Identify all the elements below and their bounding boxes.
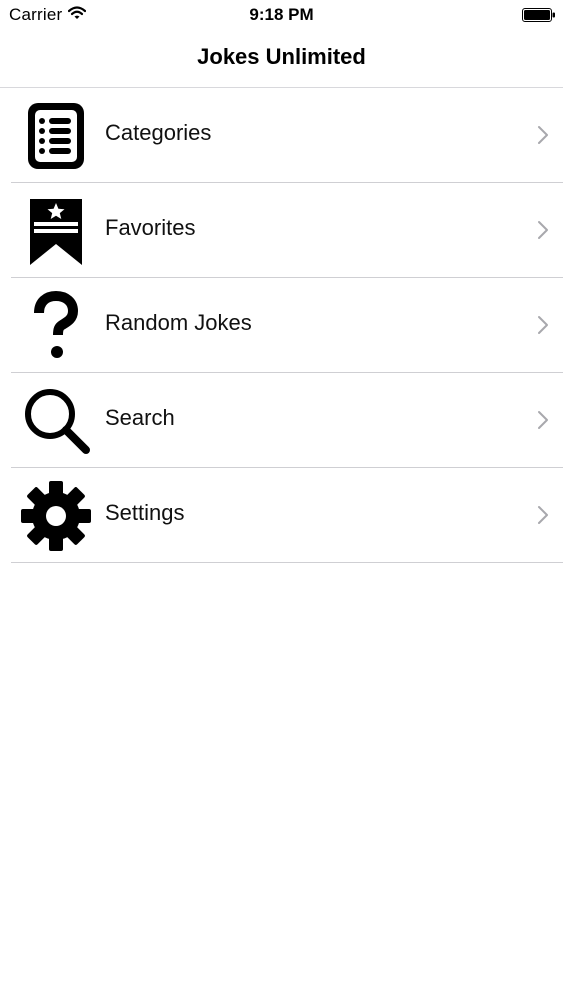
question-mark-icon <box>20 290 92 362</box>
menu-item-label: Favorites <box>105 215 196 240</box>
menu-item-label: Settings <box>105 500 185 525</box>
menu-item-favorites[interactable]: Favorites <box>11 183 563 278</box>
search-icon <box>20 385 92 457</box>
menu-item-label: Categories <box>105 120 212 145</box>
menu-list: Categories Favorites Random Jokes Search… <box>0 88 563 563</box>
menu-item-label: Search <box>105 405 175 430</box>
navigation-bar: Jokes Unlimited <box>0 30 563 88</box>
list-icon <box>20 100 92 172</box>
chevron-right-icon <box>537 315 549 340</box>
battery-icon <box>522 8 556 27</box>
bookmark-star-icon <box>20 195 92 267</box>
chevron-right-icon <box>537 505 549 530</box>
menu-item-label: Random Jokes <box>105 310 252 335</box>
chevron-right-icon <box>537 220 549 245</box>
menu-item-categories[interactable]: Categories <box>11 88 563 183</box>
chevron-right-icon <box>537 125 549 150</box>
menu-item-settings[interactable]: Settings <box>11 468 563 563</box>
menu-item-random-jokes[interactable]: Random Jokes <box>11 278 563 373</box>
page-title: Jokes Unlimited <box>197 44 366 69</box>
status-time: 9:18 PM <box>249 5 314 24</box>
chevron-right-icon <box>537 410 549 435</box>
status-bar: Carrier 9:18 PM <box>0 0 563 30</box>
gear-icon <box>20 480 92 552</box>
menu-item-search[interactable]: Search <box>11 373 563 468</box>
